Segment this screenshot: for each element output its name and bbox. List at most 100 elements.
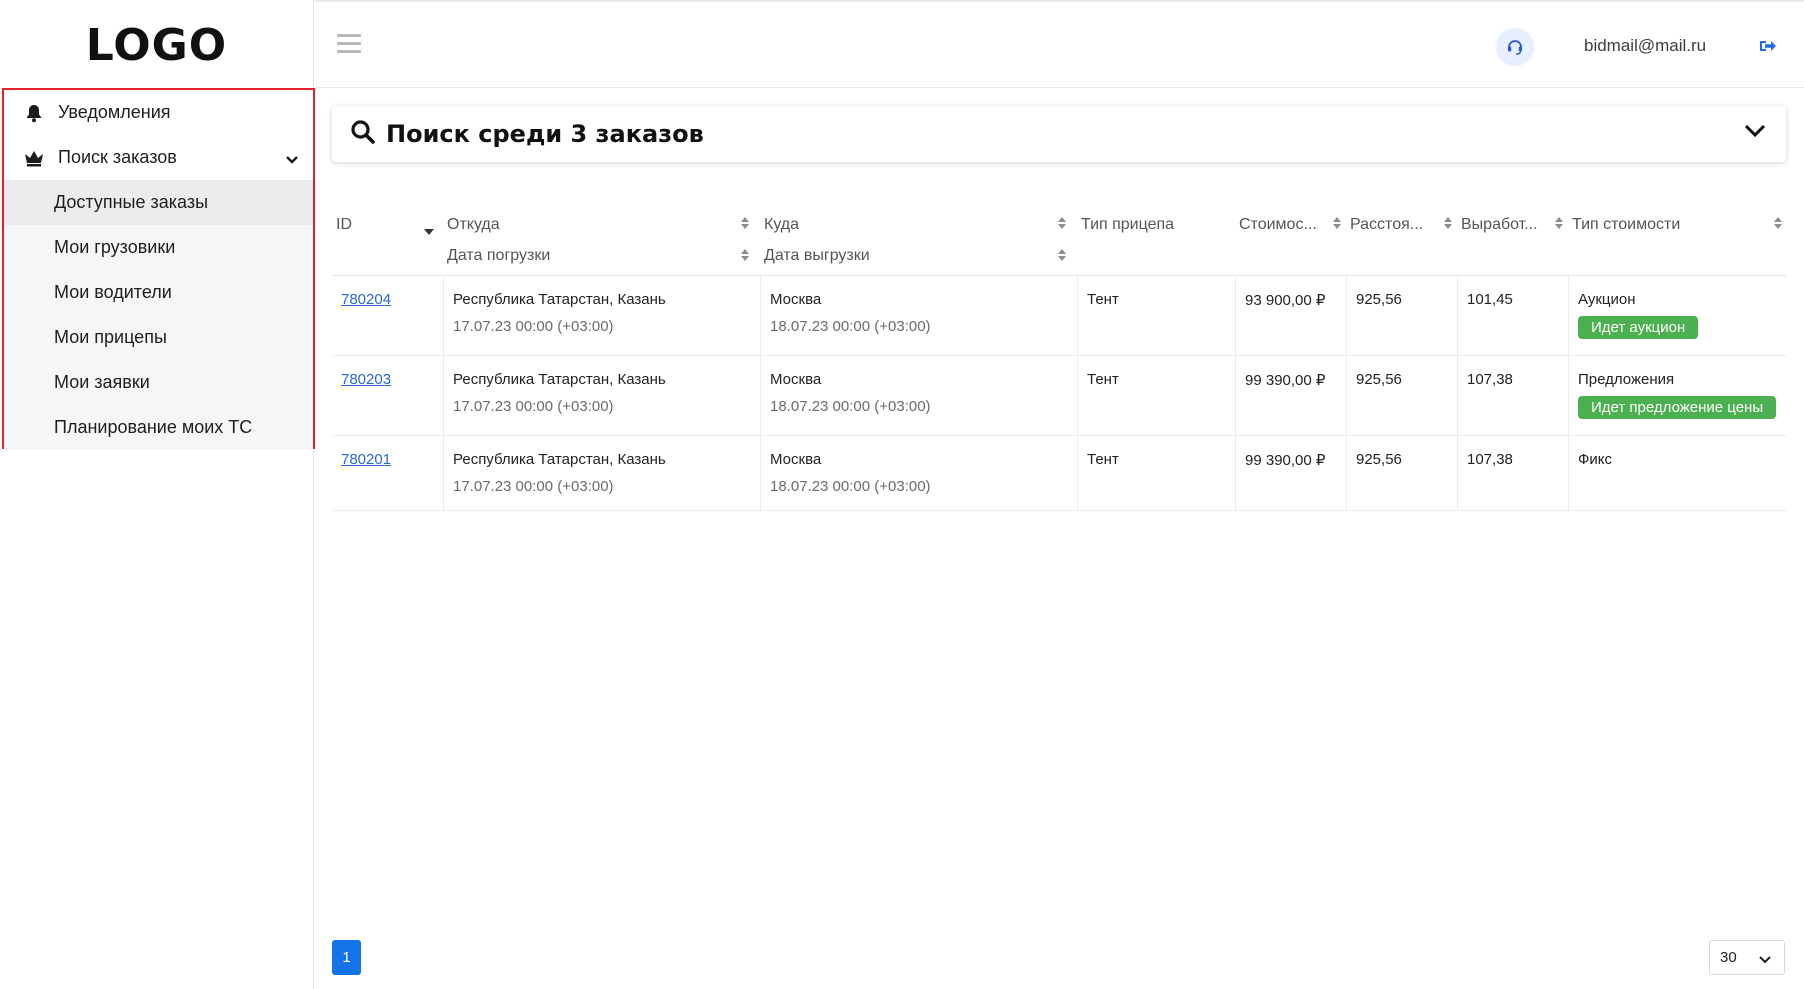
app-root: LOGO Уведомления Поиск заказов Доступные… xyxy=(0,0,1804,989)
cost-text: 93 900,00 ₽ xyxy=(1245,292,1326,309)
sort-icon[interactable] xyxy=(1773,216,1783,230)
sidebar-menu: Уведомления Поиск заказов Доступные зака… xyxy=(2,88,315,450)
trailer-text: Тент xyxy=(1087,451,1119,468)
headset-icon[interactable] xyxy=(1498,30,1532,64)
order-link[interactable]: 780201 xyxy=(341,451,391,468)
sidebar-item-available-orders[interactable]: Доступные заказы xyxy=(4,180,313,225)
pagination-page-button[interactable]: 1 xyxy=(332,940,361,975)
cell-distance: 925,56 xyxy=(1346,356,1457,436)
sidebar-item-notifications[interactable]: Уведомления xyxy=(4,90,313,135)
cell-cost-type: Фикс xyxy=(1568,436,1786,511)
sidebar-item-label: Мои грузовики xyxy=(54,237,176,257)
sidebar-item-my-requests[interactable]: Мои заявки xyxy=(4,360,313,405)
chevron-down-icon[interactable] xyxy=(1744,124,1766,143)
sidebar: LOGO Уведомления Поиск заказов Доступные… xyxy=(0,0,315,989)
sidebar-item-vehicle-planning[interactable]: Планирование моих ТС xyxy=(4,405,313,450)
cell-trailer: Тент xyxy=(1077,436,1235,511)
cell-trailer: Тент xyxy=(1077,356,1235,436)
sort-icon[interactable] xyxy=(740,216,750,230)
cost-type-text: Предложения xyxy=(1578,371,1675,388)
sidebar-item-order-search[interactable]: Поиск заказов xyxy=(4,135,313,180)
status-badge: Идет аукцион xyxy=(1578,316,1699,339)
sidebar-item-my-trucks[interactable]: Мои грузовики xyxy=(4,225,313,270)
chevron-down-icon[interactable] xyxy=(285,149,299,170)
to-text: Москва xyxy=(770,371,822,388)
cell-id: 780204 xyxy=(332,276,443,356)
cell-output: 107,38 xyxy=(1457,356,1568,436)
sidebar-item-label: Мои заявки xyxy=(54,372,150,392)
cell-output: 101,45 xyxy=(1457,276,1568,356)
table-row[interactable]: 780201 Республика Татарстан, Казань 17.0… xyxy=(332,436,1786,511)
top-bar: bidmail@mail.ru xyxy=(315,0,1804,88)
cost-type-text: Фикс xyxy=(1578,451,1613,468)
sidebar-item-label: Планирование моих ТС xyxy=(54,417,253,437)
header-cost-type[interactable]: Тип стоимости xyxy=(1572,216,1680,234)
order-link[interactable]: 780203 xyxy=(341,371,391,388)
orders-table: ID Откуда Дата погрузки Куда Дата выгруз… xyxy=(332,206,1786,511)
crown-icon xyxy=(22,146,46,170)
sidebar-item-label: Уведомления xyxy=(58,102,171,122)
cell-to: Москва 18.07.23 00:00 (+03:00) xyxy=(760,356,1077,436)
order-link[interactable]: 780204 xyxy=(341,291,391,308)
search-panel[interactable]: Поиск среди 3 заказов xyxy=(332,106,1786,162)
header-to[interactable]: Куда xyxy=(764,216,799,234)
table-header: ID Откуда Дата погрузки Куда Дата выгруз… xyxy=(332,206,1786,276)
to-text: Москва xyxy=(770,451,822,468)
cell-output: 107,38 xyxy=(1457,436,1568,511)
table-row[interactable]: 780203 Республика Татарстан, Казань 17.0… xyxy=(332,356,1786,436)
header-id[interactable]: ID xyxy=(336,216,352,234)
table-row[interactable]: 780204 Республика Татарстан, Казань 17.0… xyxy=(332,276,1786,356)
to-text: Москва xyxy=(770,291,822,308)
sidebar-item-my-trailers[interactable]: Мои прицепы xyxy=(4,315,313,360)
header-unload-date[interactable]: Дата выгрузки xyxy=(764,247,870,265)
unload-date-text: 18.07.23 00:00 (+03:00) xyxy=(770,398,931,415)
chevron-down-icon xyxy=(1758,952,1772,969)
cell-trailer: Тент xyxy=(1077,276,1235,356)
sort-icon[interactable] xyxy=(1443,216,1453,230)
header-output[interactable]: Выработ... xyxy=(1461,216,1538,234)
cell-cost-type: Предложения Идет предложение цены xyxy=(1568,356,1786,436)
cell-to: Москва 18.07.23 00:00 (+03:00) xyxy=(760,436,1077,511)
cell-to: Москва 18.07.23 00:00 (+03:00) xyxy=(760,276,1077,356)
sidebar-item-label: Доступные заказы xyxy=(54,192,209,212)
distance-text: 925,56 xyxy=(1356,371,1402,388)
cost-text: 99 390,00 ₽ xyxy=(1245,372,1326,389)
sort-icon[interactable] xyxy=(1057,216,1067,230)
from-text: Республика Татарстан, Казань xyxy=(453,291,666,308)
sort-icon[interactable] xyxy=(1554,216,1564,230)
cost-type-text: Аукцион xyxy=(1578,291,1636,308)
header-from[interactable]: Откуда xyxy=(447,216,500,234)
per-page-select[interactable]: 30 xyxy=(1709,940,1785,975)
from-text: Республика Татарстан, Казань xyxy=(453,451,666,468)
hamburger-menu-icon[interactable] xyxy=(337,34,361,54)
from-text: Республика Татарстан, Казань xyxy=(453,371,666,388)
sidebar-item-my-drivers[interactable]: Мои водители xyxy=(4,270,313,315)
sidebar-submenu: Доступные заказы Мои грузовики Мои водит… xyxy=(4,180,313,450)
header-distance[interactable]: Расстоя... xyxy=(1350,216,1423,234)
logo[interactable]: LOGO xyxy=(0,0,313,90)
sort-desc-icon[interactable] xyxy=(424,223,434,237)
cell-cost: 99 390,00 ₽ xyxy=(1235,436,1346,511)
header-trailer-type[interactable]: Тип прицепа xyxy=(1081,216,1174,234)
per-page-value: 30 xyxy=(1720,949,1737,966)
sort-icon[interactable] xyxy=(1332,216,1342,230)
cell-distance: 925,56 xyxy=(1346,276,1457,356)
cell-cost-type: Аукцион Идет аукцион xyxy=(1568,276,1786,356)
logout-icon[interactable] xyxy=(1759,38,1777,59)
sort-icon[interactable] xyxy=(1057,248,1067,262)
distance-text: 925,56 xyxy=(1356,291,1402,308)
cell-id: 780203 xyxy=(332,356,443,436)
header-load-date[interactable]: Дата погрузки xyxy=(447,247,550,265)
cell-distance: 925,56 xyxy=(1346,436,1457,511)
search-icon xyxy=(350,119,376,150)
cell-cost: 93 900,00 ₽ xyxy=(1235,276,1346,356)
cell-from: Республика Татарстан, Казань 17.07.23 00… xyxy=(443,276,760,356)
cell-from: Республика Татарстан, Казань 17.07.23 00… xyxy=(443,356,760,436)
sort-icon[interactable] xyxy=(740,248,750,262)
load-date-text: 17.07.23 00:00 (+03:00) xyxy=(453,318,614,335)
load-date-text: 17.07.23 00:00 (+03:00) xyxy=(453,478,614,495)
trailer-text: Тент xyxy=(1087,371,1119,388)
header-cost[interactable]: Стоимос... xyxy=(1239,216,1317,234)
user-email[interactable]: bidmail@mail.ru xyxy=(1584,36,1706,56)
sidebar-item-label: Мои прицепы xyxy=(54,327,167,347)
